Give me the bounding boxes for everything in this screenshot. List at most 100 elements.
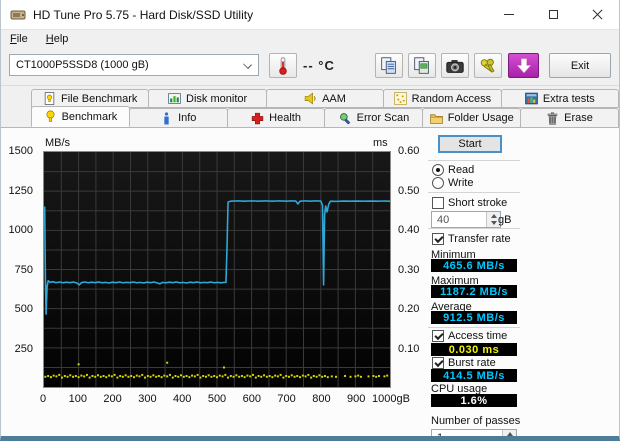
maximize-button[interactable] <box>531 0 575 29</box>
tab-strip-primary: Benchmark Info Health Error Scan Folder … <box>31 106 619 127</box>
tab-label: Error Scan <box>356 112 410 124</box>
x-axis-ticks: 0 100 200 300 400 500 600 700 800 900 1000gB <box>40 391 410 405</box>
toolbar: CT1000P5SSD8 (1000 gB) -- °C Exit <box>1 48 619 86</box>
short-stroke-checkbox[interactable] <box>432 197 444 209</box>
info-icon <box>164 111 169 124</box>
access-time-checkbox[interactable] <box>432 330 444 342</box>
tab-erase[interactable]: Erase <box>520 108 619 127</box>
tab-aam[interactable]: AAM <box>265 89 385 108</box>
write-label: Write <box>448 177 474 189</box>
read-label: Read <box>448 164 475 176</box>
camera-icon <box>446 59 464 73</box>
divider <box>428 228 520 229</box>
write-radio-row[interactable]: Write <box>432 177 473 189</box>
burst-rate-row[interactable]: Burst rate <box>432 357 496 369</box>
burst-rate-value: 414.5 MB/s <box>431 369 517 382</box>
start-button[interactable]: Start <box>438 135 502 153</box>
close-button[interactable] <box>575 0 619 29</box>
tab-error-scan[interactable]: Error Scan <box>324 108 424 127</box>
axis-tick-label: 100 <box>68 393 87 405</box>
minimize-icon <box>504 14 514 15</box>
divider <box>428 327 520 328</box>
benchmark-page: MB/s ms 1500 1250 1000 750 500 250 0.60 0.50 0.… <box>1 127 619 436</box>
axis-tick-label: 750 <box>14 263 33 276</box>
drive-select-value: CT1000P5SSD8 (1000 gB) <box>16 59 149 71</box>
tab-label: File Benchmark <box>60 92 138 105</box>
write-radio[interactable] <box>432 177 444 189</box>
axis-tick-label: 400 <box>173 393 192 405</box>
tab-folder-usage[interactable]: Folder Usage <box>422 108 522 127</box>
thermometer-icon <box>279 56 287 75</box>
axis-tick-label: 0.50 <box>398 184 420 197</box>
speaker-icon <box>304 92 316 105</box>
right-axis-ticks: 0.60 0.50 0.40 0.30 0.20 0.10 <box>396 145 430 388</box>
tab-label: Extra tests <box>542 92 595 105</box>
copy-image-button[interactable] <box>408 53 436 78</box>
axis-tick-label: 200 <box>103 393 122 405</box>
copy-text-icon <box>381 56 396 74</box>
random-access-icon <box>393 92 407 105</box>
left-axis-unit: MB/s <box>45 137 71 149</box>
exit-button[interactable]: Exit <box>549 53 611 78</box>
short-stroke-row[interactable]: Short stroke <box>432 197 507 209</box>
exit-label: Exit <box>570 59 590 72</box>
disk-monitor-icon <box>168 93 181 104</box>
access-time-label: Access time <box>448 330 508 342</box>
file-benchmark-icon <box>44 92 55 105</box>
tab-label: Info <box>178 112 197 124</box>
axis-tick-label: 300 <box>138 393 157 405</box>
chevron-down-icon <box>243 60 252 69</box>
menu-file[interactable]: File <box>1 32 37 46</box>
license-button[interactable] <box>474 53 502 78</box>
minimize-button[interactable] <box>487 0 531 29</box>
temperature-value: -- °C <box>303 58 335 73</box>
start-label: Start <box>458 138 482 150</box>
spinner-arrows[interactable] <box>502 430 516 436</box>
axis-tick-label: 1500 <box>8 145 33 157</box>
tab-health[interactable]: Health <box>226 108 326 127</box>
axis-tick-label: 0.40 <box>398 224 420 236</box>
magnifier-icon <box>339 112 350 124</box>
access-time-row[interactable]: Access time <box>432 330 507 342</box>
short-stroke-spinner[interactable]: 40 <box>431 211 501 228</box>
axis-tick-label: 1000 <box>8 224 33 236</box>
maximum-value: 1187.2 MB/s <box>431 285 517 298</box>
tab-label: Health <box>269 112 301 124</box>
window-title: HD Tune Pro 5.75 - Hard Disk/SSD Utility <box>33 7 254 22</box>
tab-label: Folder Usage <box>447 112 514 124</box>
axis-tick-label: 250 <box>14 342 33 355</box>
transfer-rate-checkbox[interactable] <box>432 233 444 245</box>
tab-benchmark[interactable]: Benchmark <box>31 106 130 127</box>
burst-rate-checkbox[interactable] <box>432 357 444 369</box>
average-value: 912.5 MB/s <box>431 311 517 324</box>
bulb-icon <box>46 110 55 122</box>
drive-select[interactable]: CT1000P5SSD8 (1000 gB) <box>9 54 259 76</box>
tab-label: AAM <box>322 92 346 105</box>
passes-spinner[interactable]: 1 <box>431 429 517 436</box>
close-icon <box>592 9 603 20</box>
transfer-rate-label: Transfer rate <box>448 233 511 245</box>
tab-random-access[interactable]: Random Access <box>383 89 502 108</box>
menu-help[interactable]: Help <box>37 32 78 46</box>
short-stroke-unit: gB <box>498 214 512 226</box>
left-axis-ticks: 1500 1250 1000 750 500 250 <box>1 145 39 388</box>
axis-tick-label: 500 <box>207 393 227 405</box>
tab-label: Benchmark <box>61 110 118 123</box>
update-button[interactable] <box>508 53 539 78</box>
axis-tick-label: 1250 <box>8 184 33 197</box>
benchmark-chart <box>43 151 391 388</box>
transfer-rate-row[interactable]: Transfer rate <box>432 233 511 245</box>
passes-value: 1 <box>437 432 443 437</box>
temperature-button[interactable] <box>269 53 297 78</box>
axis-tick-label: 600 <box>242 393 261 405</box>
divider <box>428 192 520 193</box>
tab-extra-tests[interactable]: Extra tests <box>500 89 619 108</box>
tab-info[interactable]: Info <box>128 108 228 127</box>
tab-label: Disk monitor <box>186 92 248 105</box>
read-radio-row[interactable]: Read <box>432 164 474 176</box>
copy-text-button[interactable] <box>375 53 403 78</box>
read-radio[interactable] <box>432 164 444 176</box>
tab-disk-monitor[interactable]: Disk monitor <box>148 89 267 108</box>
axis-tick-label: 1000gB <box>372 393 410 405</box>
screenshot-button[interactable] <box>441 53 469 78</box>
